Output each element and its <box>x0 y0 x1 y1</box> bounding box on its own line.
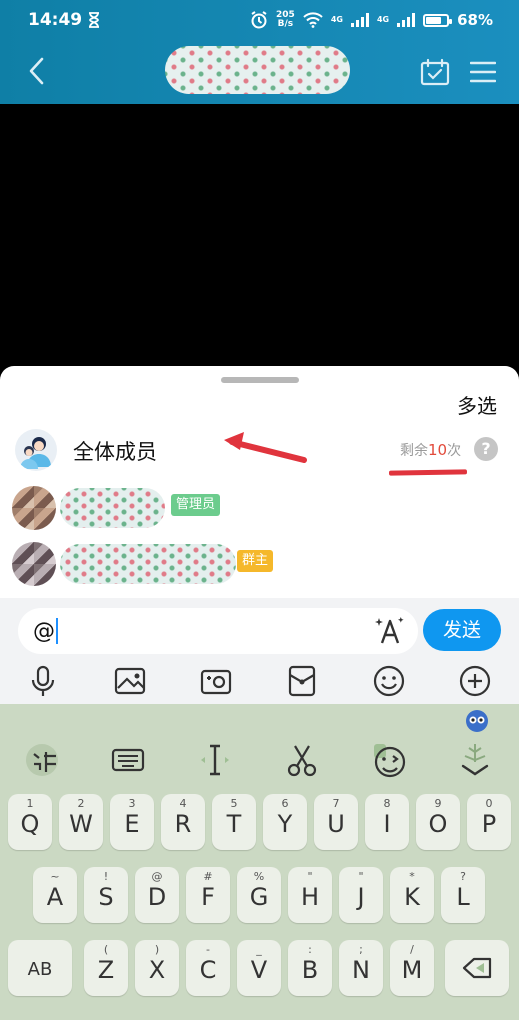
key-m[interactable]: / M <box>390 940 434 996</box>
key-t[interactable]: 5T <box>212 794 256 850</box>
input-toolbar <box>0 662 519 700</box>
all-members-label: 全体成员 <box>73 440 157 464</box>
sticker-face-icon[interactable] <box>369 740 409 780</box>
collapse-keyboard-icon[interactable] <box>455 740 495 780</box>
key-e[interactable]: 3E <box>110 794 154 850</box>
emoji-icon[interactable] <box>372 664 406 698</box>
key-x[interactable]: ) X <box>135 940 179 996</box>
member-name-redacted <box>60 488 165 528</box>
key-l[interactable]: ? L <box>441 867 485 923</box>
key-shift[interactable]: AB <box>8 940 72 996</box>
member-name-redacted <box>60 544 236 584</box>
calendar-check-icon[interactable] <box>420 58 450 86</box>
wifi-icon <box>303 12 323 28</box>
cursor-move-icon[interactable] <box>195 740 235 780</box>
signal-label-1: 4G <box>330 15 343 24</box>
status-bar: 14:49 205 B/s 4G 4G 68% <box>0 0 519 40</box>
text-caret <box>56 618 58 644</box>
key-d[interactable]: @ D <box>135 867 179 923</box>
key-h[interactable]: " H <box>288 867 332 923</box>
avatar <box>12 486 56 530</box>
title-bar <box>0 40 519 104</box>
red-packet-icon[interactable] <box>285 664 319 698</box>
menu-icon[interactable] <box>470 60 496 84</box>
drag-handle[interactable] <box>221 377 299 383</box>
chat-message-area <box>0 104 519 366</box>
keyboard-mascot-icon[interactable] <box>463 706 491 734</box>
admin-tag: 管理员 <box>171 494 221 516</box>
multi-select-button[interactable]: 多选 <box>457 390 497 419</box>
voice-input-icon[interactable] <box>24 740 64 780</box>
mention-member-panel: 多选 全体成员 剩余10次 ? 管理员 群主 <box>0 366 519 598</box>
keyboard-toolbar <box>0 732 519 786</box>
key-g[interactable]: % G <box>237 867 281 923</box>
key-p[interactable]: 0P <box>467 794 511 850</box>
key-c[interactable]: -C <box>186 940 230 996</box>
scissors-icon[interactable] <box>282 740 322 780</box>
key-k[interactable]: * K <box>390 867 434 923</box>
signal-bars-1-icon <box>350 13 369 27</box>
keyboard-layout-icon[interactable] <box>108 740 148 780</box>
backspace-icon <box>462 957 492 979</box>
alarm-icon <box>251 11 267 29</box>
owner-tag: 群主 <box>237 550 274 572</box>
key-b[interactable]: :B <box>288 940 332 996</box>
message-input-area: @ 发送 <box>0 598 519 704</box>
all-members-row[interactable]: 全体成员 剩余10次 ? <box>0 426 519 476</box>
camera-icon[interactable] <box>199 664 233 698</box>
remaining-count: 剩余10次 <box>400 441 462 459</box>
send-button[interactable]: 发送 <box>423 609 501 651</box>
key-n[interactable]: ; N <box>339 940 383 996</box>
key-q[interactable]: 1Q <box>8 794 52 850</box>
avatar <box>12 542 56 586</box>
microphone-icon[interactable] <box>26 664 60 698</box>
message-input-value: @ <box>33 618 55 644</box>
app-header: 14:49 205 B/s 4G 4G 68% <box>0 0 519 104</box>
help-icon[interactable]: ? <box>474 437 498 461</box>
key-y[interactable]: 6Y <box>263 794 307 850</box>
key-z[interactable]: (Z <box>84 940 128 996</box>
back-icon[interactable] <box>22 54 52 88</box>
signal-bars-2-icon <box>397 13 416 27</box>
member-row-owner[interactable]: 群主 <box>0 540 519 590</box>
chat-title-redacted <box>165 46 350 94</box>
key-i[interactable]: 8I <box>365 794 409 850</box>
battery-icon <box>423 13 453 27</box>
battery-level: 68% <box>457 11 493 29</box>
key-backspace[interactable] <box>445 940 509 996</box>
key-a[interactable]: ~ A <box>33 867 77 923</box>
key-s[interactable]: ! S <box>84 867 128 923</box>
status-time: 14:49 <box>28 10 83 30</box>
key-j[interactable]: " J <box>339 867 383 923</box>
signal-label-2: 4G <box>376 15 390 24</box>
annotation-underline <box>388 469 468 476</box>
message-input[interactable]: @ <box>18 608 418 654</box>
member-row-admin[interactable]: 管理员 <box>0 484 519 534</box>
soft-keyboard: 1Q 2W 3E 4R 5T 6Y 7U 8I 9O 0P ~ A ! S @ D #… <box>0 704 519 1020</box>
key-v[interactable]: _ V <box>237 940 281 996</box>
group-avatar-icon <box>15 429 57 471</box>
plus-icon[interactable] <box>458 664 492 698</box>
image-icon[interactable] <box>113 664 147 698</box>
font-style-icon[interactable] <box>374 615 406 647</box>
net-speed: 205 B/s <box>276 10 295 29</box>
key-r[interactable]: 4R <box>161 794 205 850</box>
key-f[interactable]: # F <box>186 867 230 923</box>
key-w[interactable]: 2W <box>59 794 103 850</box>
hourglass-icon <box>89 12 100 28</box>
key-o[interactable]: 9O <box>416 794 460 850</box>
key-u[interactable]: 7U <box>314 794 358 850</box>
annotation-arrow <box>224 432 307 463</box>
